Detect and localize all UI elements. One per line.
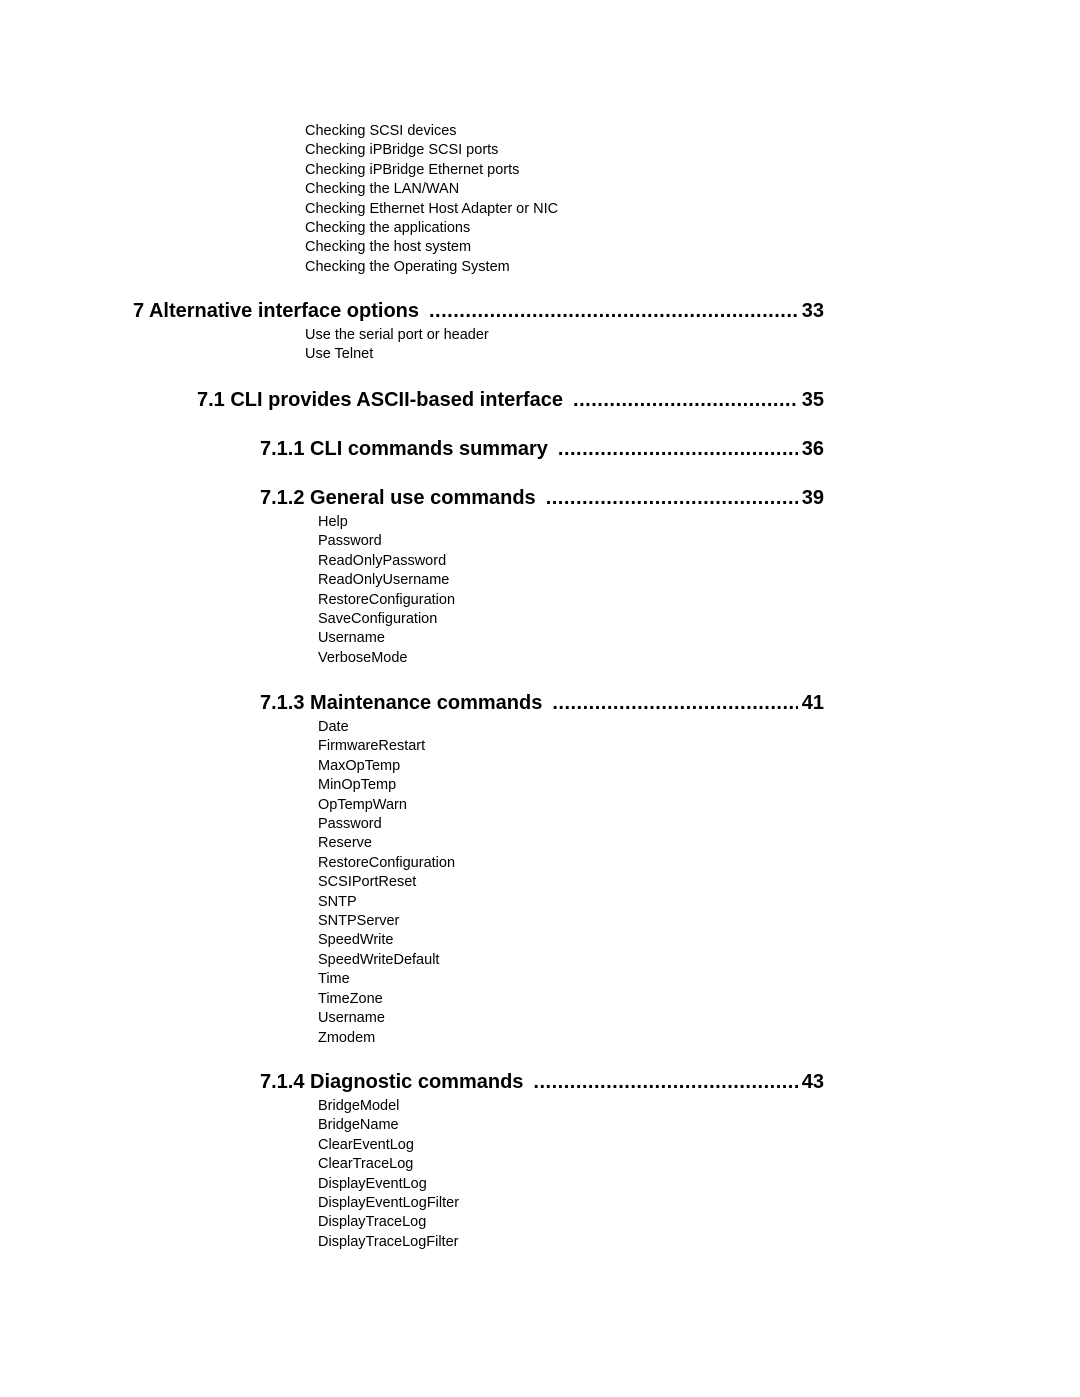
toc-subitem[interactable]: ReadOnlyUsername [318,571,455,590]
section-7-1-4-item-list: BridgeModel BridgeName ClearEventLog Cle… [318,1097,459,1252]
toc-subitem[interactable]: TimeZone [318,990,455,1009]
toc-subitem[interactable]: DisplayTraceLog [318,1213,459,1232]
section-7-1-2-item-list: Help Password ReadOnlyPassword ReadOnlyU… [318,513,455,668]
toc-entry-page: 43 [801,1071,824,1093]
toc-subitem[interactable]: Checking the LAN/WAN [305,180,558,199]
toc-subitem[interactable]: Checking Ethernet Host Adapter or NIC [305,200,558,219]
toc-subitem[interactable]: Date [318,718,455,737]
toc-subitem[interactable]: Time [318,970,455,989]
toc-entry-title: 7 Alternative interface options [133,300,419,322]
dot-leader [429,300,798,323]
toc-subitem[interactable]: SaveConfiguration [318,610,455,629]
toc-entry-page: 39 [801,487,824,509]
toc-entry-page: 36 [801,438,824,460]
toc-entry-section-7-1-2[interactable]: 7.1.2 General use commands 39 [260,487,824,513]
toc-subitem[interactable]: RestoreConfiguration [318,591,455,610]
toc-entry-section-7-1-3[interactable]: 7.1.3 Maintenance commands 41 [260,692,824,718]
toc-subitem[interactable]: ClearEventLog [318,1136,459,1155]
toc-subitem[interactable]: Use Telnet [305,345,489,364]
toc-subitem[interactable]: Checking iPBridge SCSI ports [305,141,558,160]
section-7-1-3-item-list: Date FirmwareRestart MaxOpTemp MinOpTemp… [318,718,455,1048]
toc-subitem[interactable]: Checking the Operating System [305,258,558,277]
toc-subitem[interactable]: Username [318,1009,455,1028]
intro-item-list: Checking SCSI devices Checking iPBridge … [305,122,558,277]
toc-subitem[interactable]: BridgeModel [318,1097,459,1116]
toc-entry-section-7-1-1[interactable]: 7.1.1 CLI commands summary 36 [260,438,824,464]
toc-subitem[interactable]: DisplayTraceLogFilter [318,1233,459,1252]
toc-entry-section-7-1[interactable]: 7.1 CLI provides ASCII-based interface 3… [197,389,824,415]
toc-subitem[interactable]: Checking the applications [305,219,558,238]
toc-subitem[interactable]: MaxOpTemp [318,757,455,776]
toc-subitem[interactable]: VerboseMode [318,649,455,668]
toc-subitem[interactable]: Reserve [318,834,455,853]
toc-subitem[interactable]: ClearTraceLog [318,1155,459,1174]
toc-entry-title: 7.1.3 Maintenance commands [260,692,543,714]
toc-entry-section-7-1-4[interactable]: 7.1.4 Diagnostic commands 43 [260,1071,824,1097]
toc-entry-page: 35 [801,389,824,411]
dot-leader [573,389,798,412]
toc-subitem[interactable]: FirmwareRestart [318,737,455,756]
toc-entry-title: 7.1.2 General use commands [260,487,536,509]
toc-subitem[interactable]: MinOpTemp [318,776,455,795]
toc-subitem[interactable]: Checking SCSI devices [305,122,558,141]
toc-subitem[interactable]: Password [318,532,455,551]
toc-subitem[interactable]: SNTPServer [318,912,455,931]
toc-subitem[interactable]: OpTempWarn [318,796,455,815]
toc-subitem[interactable]: ReadOnlyPassword [318,552,455,571]
toc-subitem[interactable]: Username [318,629,455,648]
toc-subitem[interactable]: DisplayEventLogFilter [318,1194,459,1213]
dot-leader [546,487,798,510]
toc-subitem[interactable]: Checking iPBridge Ethernet ports [305,161,558,180]
toc-entry-page: 41 [801,692,824,714]
toc-subitem[interactable]: SNTP [318,893,455,912]
toc-entry-title: 7.1.1 CLI commands summary [260,438,548,460]
toc-subitem[interactable]: BridgeName [318,1116,459,1135]
toc-subitem[interactable]: Help [318,513,455,532]
toc-subitem[interactable]: DisplayEventLog [318,1175,459,1194]
toc-entry-title: 7.1 CLI provides ASCII-based interface [197,389,564,411]
toc-subitem[interactable]: Use the serial port or header [305,326,489,345]
dot-leader [558,438,798,461]
toc-subitem[interactable]: Zmodem [318,1029,455,1048]
toc-subitem[interactable]: RestoreConfiguration [318,854,455,873]
section-7-item-list: Use the serial port or header Use Telnet [305,326,489,365]
dot-leader [552,692,797,715]
toc-subitem[interactable]: Checking the host system [305,238,558,257]
toc-subitem[interactable]: SpeedWrite [318,931,455,950]
toc-subitem[interactable]: SpeedWriteDefault [318,951,455,970]
dot-leader [533,1071,797,1094]
toc-entry-page: 33 [801,300,824,322]
toc-subitem[interactable]: Password [318,815,455,834]
toc-subitem[interactable]: SCSIPortReset [318,873,455,892]
toc-entry-section-7[interactable]: 7 Alternative interface options 33 [133,300,824,326]
toc-entry-title: 7.1.4 Diagnostic commands [260,1071,524,1093]
